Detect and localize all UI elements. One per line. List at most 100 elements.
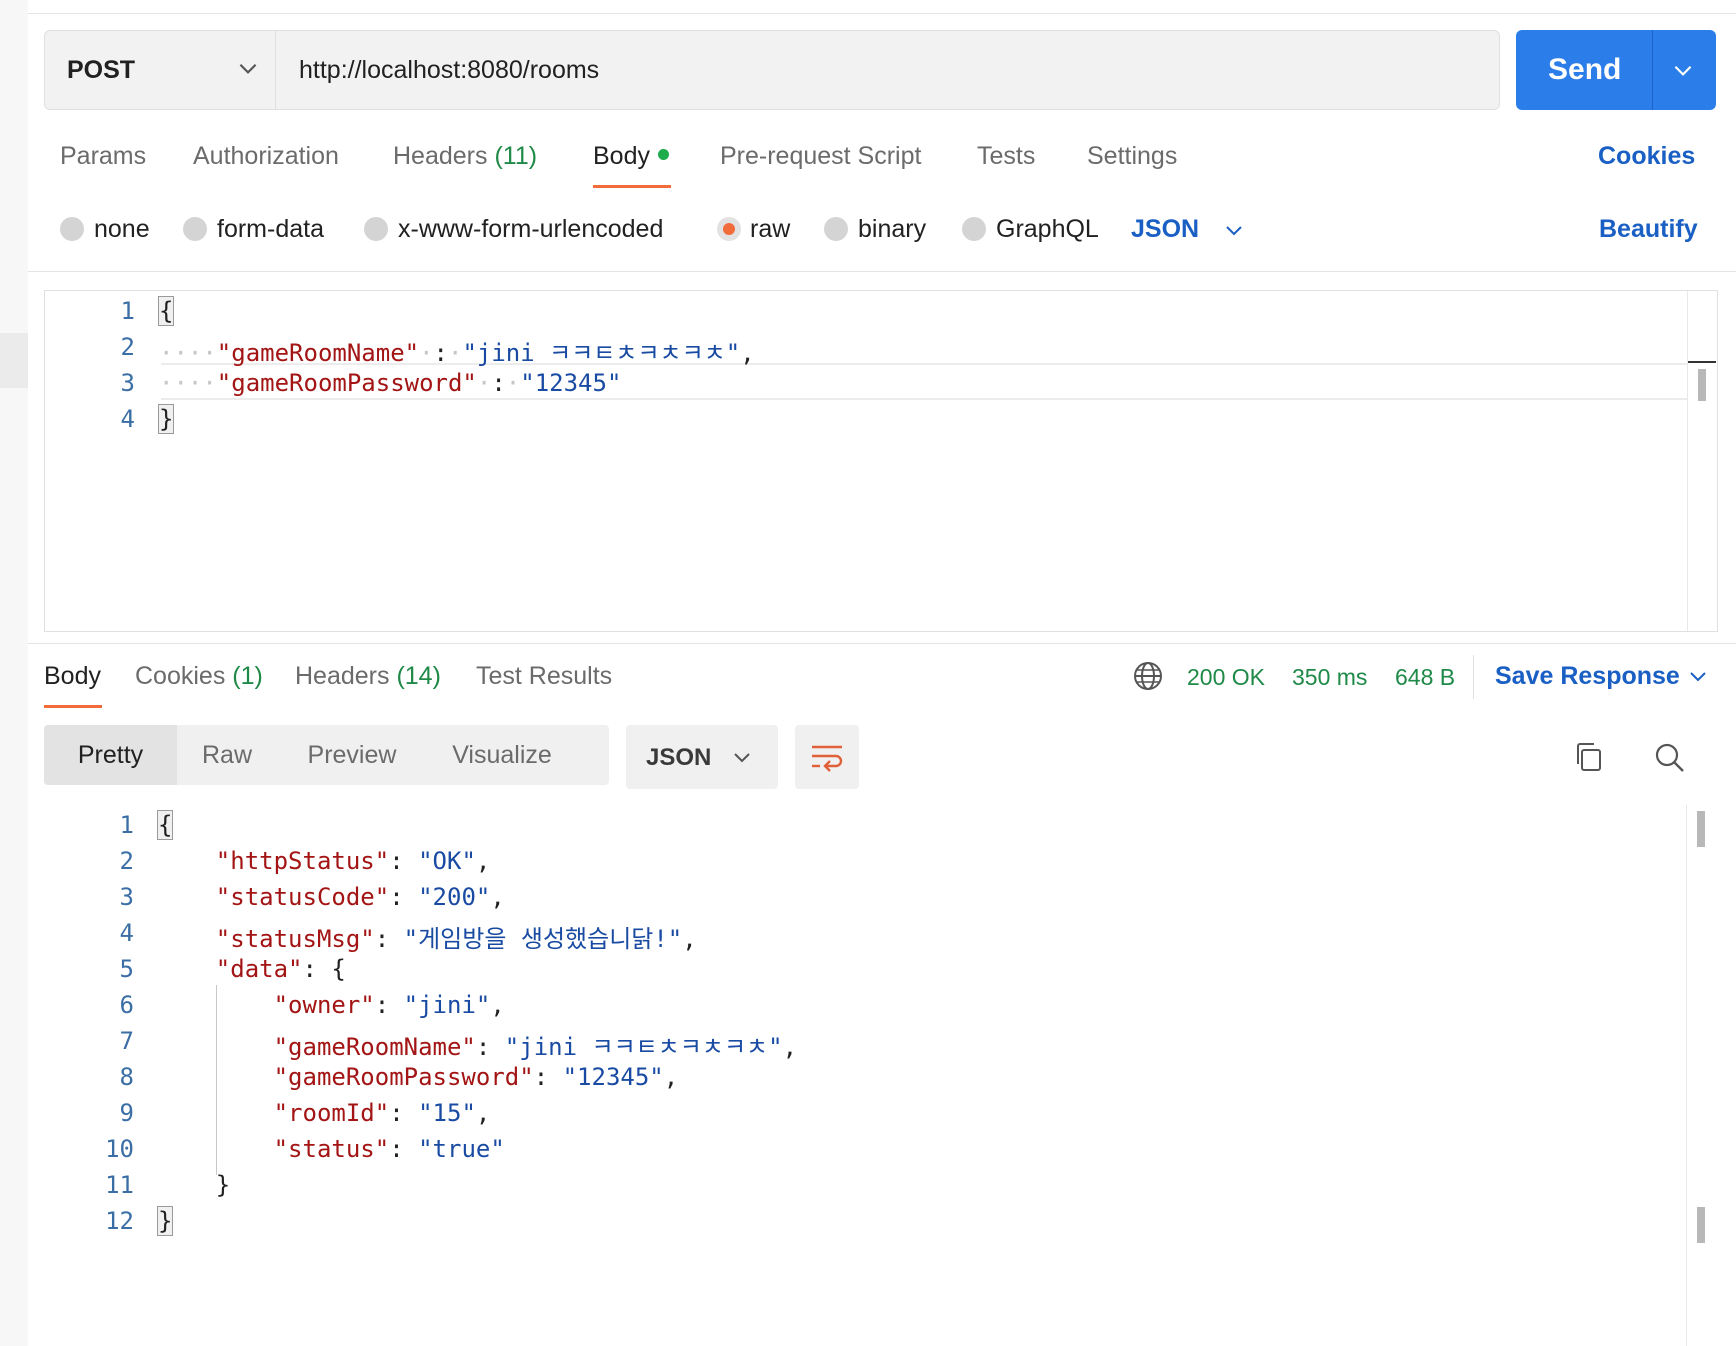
line-number: 4: [119, 919, 134, 947]
json-key: "gameRoomName": [216, 339, 420, 367]
line-number: 3: [119, 883, 134, 911]
request-body-editor[interactable]: 1 2 3 4 { ····"gameRoomName"·:·"jini ㅋㅋㅌ…: [44, 290, 1718, 632]
tab-headers[interactable]: Headers (11): [393, 142, 537, 171]
response-divider: [28, 643, 1736, 644]
url-input[interactable]: http://localhost:8080/rooms: [299, 56, 599, 85]
globe-icon[interactable]: [1132, 660, 1164, 692]
copy-icon[interactable]: [1572, 740, 1606, 774]
beautify-link[interactable]: Beautify: [1599, 215, 1698, 244]
json-key: "statusCode": [215, 883, 390, 911]
status-code[interactable]: 200 OK: [1187, 664, 1265, 691]
response-scrollbar[interactable]: [1686, 805, 1715, 1346]
code-line: "owner": "jini",: [273, 991, 505, 1019]
json-key: "roomId": [273, 1099, 390, 1127]
chevron-down-icon[interactable]: [1686, 664, 1710, 688]
response-tab-test-results[interactable]: Test Results: [476, 662, 612, 691]
section-divider: [28, 271, 1736, 272]
response-tab-headers[interactable]: Headers (14): [295, 662, 441, 691]
tab-tests[interactable]: Tests: [977, 142, 1035, 171]
json-value: "12345": [562, 1063, 664, 1091]
scroll-thumb[interactable]: [1697, 811, 1705, 847]
method-dropdown[interactable]: POST: [45, 31, 276, 109]
json-value: "200": [418, 883, 491, 911]
editor-scrollbar[interactable]: [1687, 291, 1716, 631]
radio-binary-label[interactable]: binary: [858, 215, 926, 244]
chevron-down-icon[interactable]: [1222, 218, 1246, 242]
line-number: 11: [105, 1171, 134, 1199]
response-tab-cookies[interactable]: Cookies (1): [135, 662, 263, 691]
view-mode-selector: Pretty Raw Preview Visualize: [44, 725, 609, 785]
json-value: "jini ㅋㅋㅌㅊㅋㅊㅋㅊ": [462, 339, 741, 367]
line-number: 2: [119, 847, 134, 875]
radio-none[interactable]: [60, 217, 84, 241]
json-key: "gameRoomPassword": [216, 369, 477, 397]
send-divider: [1652, 30, 1653, 110]
chevron-down-icon[interactable]: [1670, 57, 1696, 83]
tab-headers-label: Headers: [393, 142, 488, 170]
close-brace: }: [157, 404, 175, 434]
line-number: 7: [119, 1027, 134, 1055]
headers-count: (11): [494, 142, 538, 170]
view-pretty[interactable]: Pretty: [44, 725, 177, 785]
scroll-thumb[interactable]: [1698, 369, 1706, 401]
tab-settings[interactable]: Settings: [1087, 142, 1177, 171]
response-size[interactable]: 648 B: [1395, 664, 1455, 691]
tab-params[interactable]: Params: [60, 142, 146, 171]
radio-urlencoded-label[interactable]: x-www-form-urlencoded: [398, 215, 663, 244]
search-icon[interactable]: [1652, 740, 1686, 774]
code-line: }: [156, 1206, 174, 1236]
line-number: 1: [119, 811, 134, 839]
json-value: "15": [418, 1099, 476, 1127]
radio-raw-label[interactable]: raw: [750, 215, 790, 244]
code-line: ····"gameRoomPassword"·:·"12345": [159, 369, 622, 397]
radio-graphql[interactable]: [962, 217, 986, 241]
json-key: "gameRoomPassword": [273, 1063, 534, 1091]
response-tab-cookies-label: Cookies: [135, 662, 226, 690]
response-time[interactable]: 350 ms: [1292, 664, 1367, 691]
status-separator: [1473, 655, 1474, 699]
method-label: POST: [67, 56, 136, 84]
line-number: 12: [105, 1207, 134, 1235]
radio-form-data-label[interactable]: form-data: [217, 215, 324, 244]
body-modified-dot: [657, 148, 669, 160]
tab-authorization[interactable]: Authorization: [193, 142, 339, 171]
json-value: "true": [418, 1135, 505, 1163]
tab-prerequest-script[interactable]: Pre-request Script: [720, 142, 921, 171]
radio-binary[interactable]: [824, 217, 848, 241]
format-dropdown[interactable]: JSON: [626, 725, 778, 789]
code-line: {: [156, 810, 174, 840]
radio-form-data[interactable]: [183, 217, 207, 241]
left-sidebar-edge: [0, 0, 29, 1346]
radio-none-label[interactable]: none: [94, 215, 150, 244]
line-number: 6: [119, 991, 134, 1019]
line-number: 10: [105, 1135, 134, 1163]
view-preview[interactable]: Preview: [277, 725, 427, 785]
code-line: "statusMsg": "게임방을 생성했습니닭!",: [215, 925, 697, 953]
view-raw[interactable]: Raw: [177, 725, 277, 785]
radio-raw[interactable]: [717, 217, 741, 241]
tab-body[interactable]: Body: [593, 142, 669, 171]
wrap-lines-button[interactable]: [795, 725, 859, 789]
radio-urlencoded[interactable]: [364, 217, 388, 241]
send-button[interactable]: Send: [1516, 30, 1716, 110]
language-select[interactable]: JSON: [1131, 215, 1199, 244]
code-line: }: [158, 1171, 231, 1199]
response-tab-headers-label: Headers: [295, 662, 390, 690]
response-headers-count: (14): [396, 662, 441, 690]
line-number: 2: [120, 333, 135, 361]
json-key: "status": [273, 1135, 390, 1163]
response-body-viewer[interactable]: 1 2 3 4 5 6 7 8 9 10 11 12 { "httpStatus…: [44, 805, 1716, 1346]
scroll-marker: [1688, 361, 1716, 363]
tab-body-label: Body: [593, 142, 650, 170]
json-value: "12345": [520, 369, 622, 397]
url-bar: POST http://localhost:8080/rooms: [44, 30, 1500, 110]
view-visualize[interactable]: Visualize: [427, 725, 577, 785]
save-response-button[interactable]: Save Response: [1495, 662, 1680, 691]
cookies-count: (1): [232, 662, 263, 690]
format-label: JSON: [646, 744, 712, 771]
cookies-link[interactable]: Cookies: [1598, 142, 1695, 171]
line-number: 9: [119, 1099, 134, 1127]
radio-graphql-label[interactable]: GraphQL: [996, 215, 1099, 244]
response-tab-body[interactable]: Body: [44, 662, 101, 691]
json-key: "gameRoomName": [273, 1033, 476, 1061]
